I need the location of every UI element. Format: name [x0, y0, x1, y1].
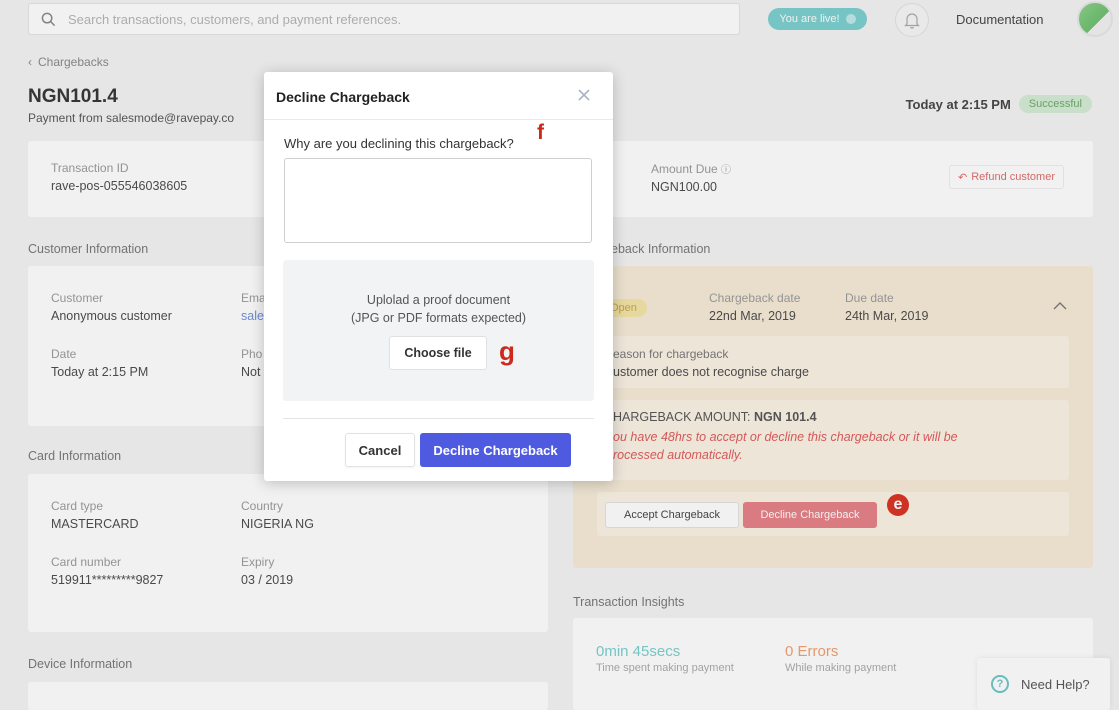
choose-file-button[interactable]: Choose file: [389, 336, 487, 370]
modal-footer-divider: [283, 418, 594, 419]
close-icon[interactable]: [575, 86, 593, 104]
annotation-marker-g: g: [499, 336, 515, 366]
annotation-marker-f: f: [537, 121, 544, 144]
cancel-button[interactable]: Cancel: [345, 433, 415, 467]
decline-reason-label: Why are you declining this chargeback?: [284, 136, 514, 151]
upload-dropzone[interactable]: Uplolad a proof document (JPG or PDF for…: [283, 260, 594, 401]
upload-format-hint: (JPG or PDF formats expected): [350, 311, 527, 325]
confirm-decline-button[interactable]: Decline Chargeback: [420, 433, 571, 467]
modal-title: Decline Chargeback: [276, 89, 410, 105]
upload-instruction: Uplolad a proof document: [366, 293, 511, 307]
modal-divider: [264, 119, 613, 120]
decline-chargeback-modal: Decline Chargeback Why are you declining…: [264, 72, 613, 481]
decline-reason-textarea[interactable]: [284, 158, 592, 243]
